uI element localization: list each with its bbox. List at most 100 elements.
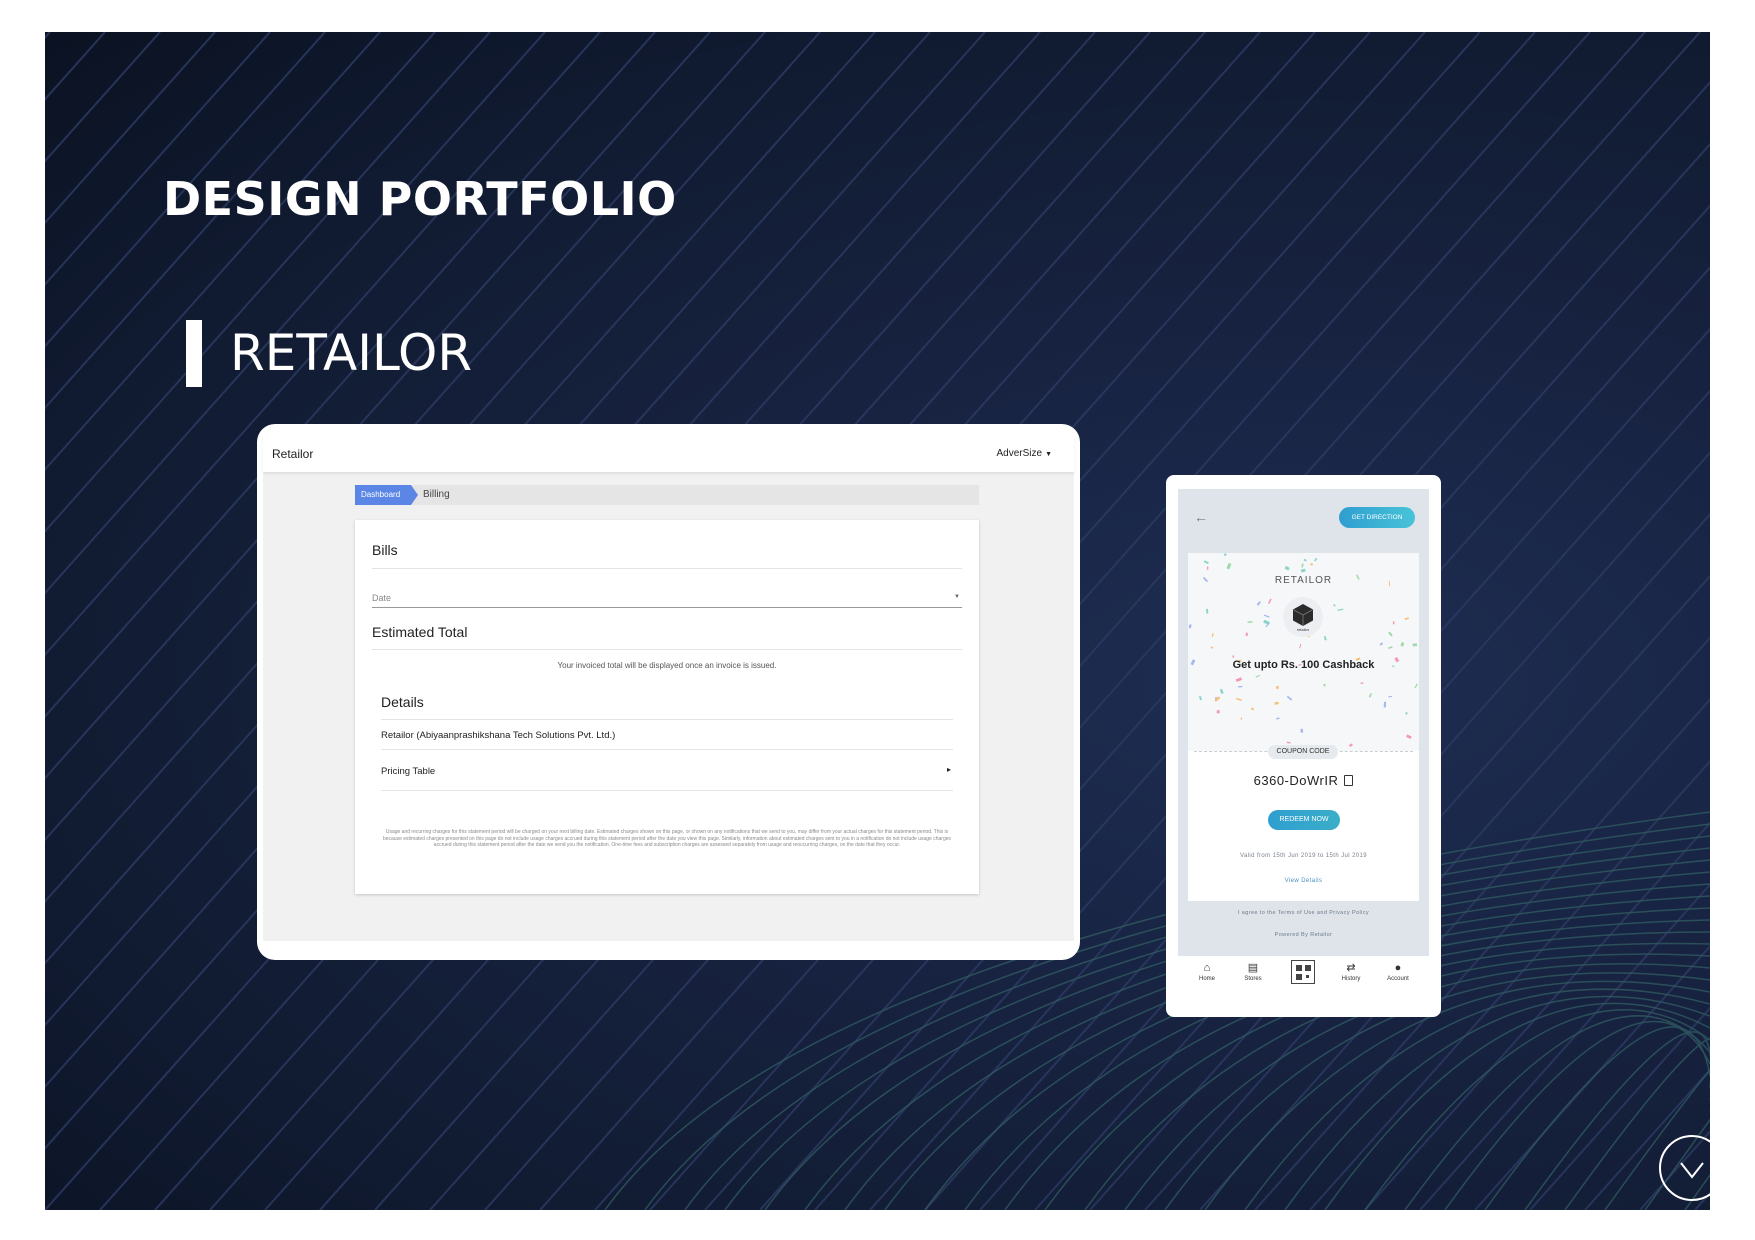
dropdown-arrow-icon: ▼ <box>954 594 960 600</box>
confetti-piece <box>1238 686 1243 688</box>
confetti-piece <box>1313 557 1318 562</box>
coupon-code-label: COUPON CODE <box>1268 745 1338 759</box>
confetti-piece <box>1235 677 1243 682</box>
confetti-piece <box>1388 646 1393 649</box>
nav-item-home[interactable]: ⌂ Home <box>1184 961 1230 982</box>
confetti-piece <box>1223 553 1227 556</box>
date-select-label: Date <box>372 593 392 603</box>
confetti-piece <box>1404 617 1409 620</box>
breadcrumb-billing: Billing <box>423 489 450 500</box>
scroll-down-button[interactable] <box>1659 1135 1710 1201</box>
confetti-piece <box>1310 563 1313 566</box>
divider <box>372 568 962 569</box>
confetti-piece <box>1205 608 1209 614</box>
coupon-code: 6360-DoWrIR <box>1188 773 1419 788</box>
confetti-piece <box>1299 643 1302 649</box>
confetti-piece <box>1412 643 1418 647</box>
get-direction-button[interactable]: GET DIRECTION <box>1339 507 1415 528</box>
logo-text: retailor <box>1296 627 1310 632</box>
mobile-mockup: ← GET DIRECTION RETAILOR retailor Get up… <box>1166 475 1441 1017</box>
arrow-left-icon[interactable]: ← <box>1194 509 1208 525</box>
divider <box>381 749 953 750</box>
nav-label-home: Home <box>1198 976 1215 982</box>
divider <box>381 719 953 720</box>
coupon-code-value: 6360-DoWrIR <box>1253 773 1339 788</box>
user-icon: ● <box>1394 962 1402 974</box>
mobile-screen: ← GET DIRECTION RETAILOR retailor Get up… <box>1178 489 1429 990</box>
desktop-screen: Retailor AdverSize ▼ Dashboard Billing Bi… <box>263 436 1074 941</box>
user-menu-dropdown[interactable]: AdverSize ▼ <box>996 448 1052 459</box>
estimated-note: Your invoiced total will be displayed on… <box>557 661 777 670</box>
breadcrumb: Dashboard Billing <box>355 485 979 505</box>
confetti-piece <box>1383 701 1387 708</box>
estimated-total-heading: Estimated Total <box>372 624 468 640</box>
nav-item-history[interactable]: ⇄ History <box>1328 961 1374 982</box>
powered-by-text: Powered By Retailor <box>1274 932 1333 938</box>
date-select[interactable]: Date ▼ <box>372 590 962 608</box>
retailor-logo: retailor <box>1283 597 1323 637</box>
copy-icon[interactable] <box>1344 775 1354 786</box>
confetti-piece <box>1360 682 1364 685</box>
company-name: Retailor (Abiyaanprashikshana Tech Solut… <box>381 730 616 741</box>
confetti-piece <box>1255 674 1261 678</box>
confetti-piece <box>1275 685 1279 690</box>
confetti-piece <box>1240 717 1243 720</box>
confetti-piece <box>1268 598 1272 604</box>
portfolio-slide: DESIGN PORTFOLIO RETAILOR Retailor Adver… <box>45 32 1710 1210</box>
confetti-piece <box>1188 624 1192 629</box>
confetti-piece <box>1235 697 1242 702</box>
confetti-piece <box>1198 695 1202 701</box>
confetti-piece <box>1286 695 1293 701</box>
confetti-piece <box>1219 688 1224 694</box>
confetti-piece <box>1323 683 1326 687</box>
divider <box>381 790 953 791</box>
qr-code-scan-icon[interactable] <box>1291 960 1315 984</box>
confetti-piece <box>1405 711 1408 715</box>
background-curve-line <box>1364 1009 1710 1210</box>
chevron-down-icon <box>1680 1162 1704 1179</box>
nav-label-history: History <box>1341 976 1361 982</box>
view-details-link[interactable]: View Details <box>1188 878 1419 884</box>
section-accent-bar <box>186 320 202 387</box>
confetti-piece <box>1414 683 1418 689</box>
confetti-piece <box>1226 562 1232 570</box>
breadcrumb-arrow-icon <box>411 485 418 505</box>
pricing-table-row[interactable]: Pricing Table ▸ <box>381 764 953 780</box>
confetti-piece <box>1388 695 1392 698</box>
confetti-piece <box>1263 614 1270 618</box>
caret-down-icon: ▼ <box>1045 451 1052 458</box>
details-heading: Details <box>381 694 424 710</box>
swap-arrows-icon: ⇄ <box>1346 962 1356 974</box>
confetti-piece <box>1210 646 1214 649</box>
navbar-brand[interactable]: Retailor <box>272 447 313 461</box>
confetti-piece <box>1379 642 1384 646</box>
background-diagonal-line <box>45 32 51 40</box>
section-title: RETAILOR <box>230 324 473 382</box>
confetti-piece <box>1400 642 1405 647</box>
nav-label-account: Account <box>1387 976 1409 982</box>
confetti-piece <box>1300 568 1306 573</box>
nav-item-stores[interactable]: ▤ Stores <box>1230 961 1276 982</box>
terms-text[interactable]: I agree to the Terms of Use and Privacy … <box>1178 910 1429 916</box>
home-icon: ⌂ <box>1203 962 1211 974</box>
nav-item-account[interactable]: ● Account <box>1375 961 1421 982</box>
user-menu-label: AdverSize <box>996 448 1043 459</box>
redeem-now-button[interactable]: REDEEM NOW <box>1268 810 1340 830</box>
confetti-piece <box>1274 701 1279 705</box>
billing-disclaimer: Usage and recurring charges for this sta… <box>382 829 952 848</box>
background-diagonal-line <box>1529 1006 1710 1210</box>
confetti-piece <box>1206 566 1209 570</box>
confetti-piece <box>1392 621 1395 625</box>
coupon-brand: RETAILOR <box>1274 575 1333 586</box>
desktop-mockup: Retailor AdverSize ▼ Dashboard Billing Bi… <box>257 424 1080 960</box>
confetti-piece <box>1337 608 1344 611</box>
store-icon: ▤ <box>1247 962 1259 974</box>
confetti-piece <box>1256 601 1261 606</box>
breadcrumb-dashboard[interactable]: Dashboard <box>355 485 411 505</box>
billing-card: Bills Date ▼ Estimated Total Your invoic… <box>355 520 979 894</box>
page-title: DESIGN PORTFOLIO <box>163 172 677 226</box>
confetti-piece <box>1286 741 1291 744</box>
confetti-piece <box>1388 631 1393 637</box>
caret-right-icon: ▸ <box>946 765 951 774</box>
nav-label-stores: Stores <box>1244 976 1262 982</box>
